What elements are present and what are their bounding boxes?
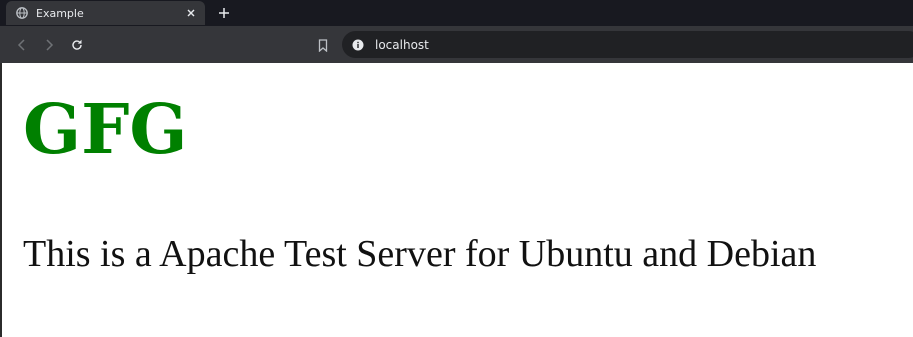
info-icon[interactable]: [351, 38, 365, 52]
tab-example[interactable]: Example: [6, 1, 205, 25]
url-text[interactable]: localhost: [375, 38, 429, 52]
close-icon[interactable]: [183, 5, 199, 21]
tab-title: Example: [36, 6, 84, 20]
browser-toolbar: localhost: [0, 26, 913, 63]
chevron-right-icon[interactable]: [39, 35, 59, 55]
page-heading: GFG: [23, 90, 188, 170]
tab-strip: Example: [0, 0, 913, 26]
reload-icon[interactable]: [67, 35, 87, 55]
plus-icon[interactable]: [214, 3, 234, 23]
page-paragraph: This is a Apache Test Server for Ubuntu …: [23, 233, 817, 275]
page-content: GFG This is a Apache Test Server for Ubu…: [0, 63, 913, 337]
address-bar[interactable]: localhost: [342, 31, 913, 58]
bookmark-icon[interactable]: [314, 35, 332, 55]
globe-icon: [16, 7, 28, 19]
chevron-left-icon[interactable]: [12, 35, 32, 55]
